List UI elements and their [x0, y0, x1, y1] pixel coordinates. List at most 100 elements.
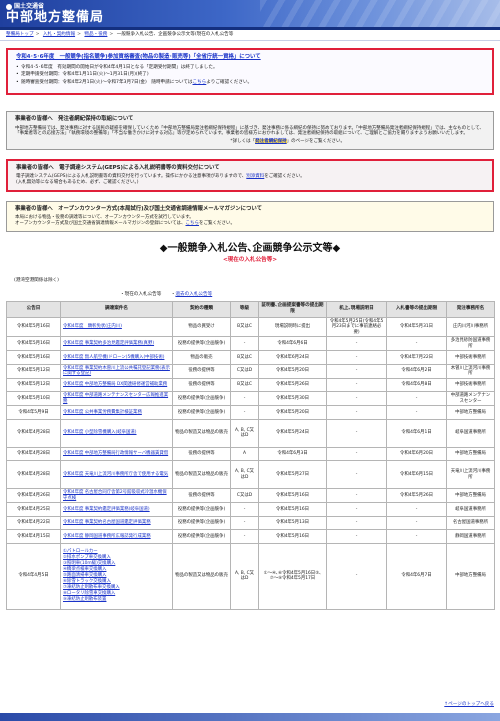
geps-attachment-link[interactable]: 別添資料 — [246, 174, 264, 179]
breadcrumb: 整備局トップ > 入札・契約情報 > 物品・役務 > 一般競争入札公告、企画競争公示文… — [0, 30, 500, 41]
cell-bid-deadline: 令和4年5月31日 — [386, 316, 447, 338]
cell-name: 令和4年度 顕彰免状(庄内川) — [60, 316, 173, 338]
procurement-link[interactable]: 令和4年度 顕彰免状(庄内川) — [63, 324, 170, 330]
cell-bid-deadline: - — [386, 529, 447, 544]
cell-grade: B又はC — [230, 350, 259, 365]
logo-bureau-name: 中部地方整備局 — [6, 9, 105, 25]
qualification-here-link[interactable]: こちら — [192, 80, 206, 85]
breadcrumb-top[interactable]: 整備局トップ — [6, 32, 34, 37]
cell-bid-deadline: 令和4年5月26日 — [386, 488, 447, 504]
breadcrumb-bidding[interactable]: 入札・契約情報 — [43, 32, 75, 37]
cell-grade: A — [230, 446, 259, 462]
cell-bid-deadline: 令和4年6月20日 — [386, 446, 447, 462]
cell-contract-type: 役務の提供等 — [172, 488, 231, 504]
cell-bid-deadline: 令和4年6月7日 — [386, 542, 447, 610]
notice-geps: 事業者の皆様へ 電子調達システム(GEPS)による入札説明書等の資料交付について… — [6, 158, 494, 192]
wage-detail-link[interactable]: 発注者綱紀保持 — [255, 138, 287, 144]
cell-office: 庄内川河川事務所 — [446, 316, 495, 338]
table-row: 令和4年5月12日 令和4年度 中部地方整備局 DX関連研修運営補助業務 役務の提供… — [6, 377, 495, 393]
geps-body-suffix: をご確認ください。 — [264, 174, 305, 180]
cell-grade: C又はD — [230, 363, 259, 379]
cell-contract-type: 役務の提供等(企画競争) — [172, 405, 231, 420]
cell-briefing-date: - — [326, 542, 387, 610]
header-decoration — [260, 0, 500, 27]
procurement-link[interactable]: 令和4年度 中部地方整備局行政情報サーバ機器賃貸借 — [63, 451, 170, 457]
cell-bid-deadline: 令和4年6月8日 — [386, 377, 447, 393]
procurement-link[interactable]: 令和4年度 事業契約名古屋国道鑑定評価業務 — [63, 520, 170, 526]
cell-office: 多治見砂防国道事務所 — [446, 336, 495, 352]
cell-office: 岐阜国道事務所 — [446, 418, 495, 448]
col-type-header: 契約の種類 — [172, 300, 231, 318]
cell-grade: - — [230, 502, 259, 517]
subnav-past-link[interactable]: 過去の入札公告等 — [175, 292, 212, 297]
breadcrumb-sep: > — [109, 32, 114, 37]
notice-wage: 事業者の皆様へ 発注者綱紀保持の取組について 中部地方整備局では、発注事務に対す… — [6, 110, 494, 150]
cell-grade: - — [230, 336, 259, 352]
site-logo[interactable]: 国土交通省 中部地方整備局 — [6, 3, 104, 25]
cell-cert-deadline: 令和4年5月24日 — [258, 418, 327, 448]
cell-name: 令和4年度 事業契約木曽川上流公共嘱託登記業務(表示に関する登記) — [60, 363, 173, 379]
cell-date: 令和4年5月16日 — [6, 336, 61, 352]
procurement-link[interactable]: 令和4年度 事業契約多治見鑑定評価業務(真野) — [63, 341, 170, 347]
cell-office: 岐阜国道事務所 — [446, 502, 495, 517]
open-counter-body2: オープンカウンター方式及び国土交通省調達情報メールマガジンの登録については、こち… — [15, 221, 485, 227]
notice-open-counter: 事業者の皆様へ オープンカウンター方式(本局試行)及び国土交通省調達情報メールマ… — [6, 200, 494, 232]
qualification-item: 令和4･5･6年度 有効期間の開始日が令和4年4月1日となる「定期受付期間」は終… — [16, 65, 484, 71]
open-counter-here-link[interactable]: こちら — [186, 221, 200, 226]
procurement-link[interactable]: 令和4年度 中部地方整備局 DX関連研修運営補助業務 — [63, 382, 170, 388]
cell-grade: - — [230, 391, 259, 407]
cell-grade: A, B, C又はD — [230, 460, 259, 490]
procurement-link[interactable]: 令和4年度 天竜川上流河川事務所庁舎で使用する電気 — [63, 472, 170, 478]
procurement-link[interactable]: 令和4年度 名古屋合同庁舎第2号館吸収式冷温水機保守点検 — [63, 490, 170, 501]
cell-name: 令和4年度 事業契約鑑定評価業務(岐阜国道) — [60, 502, 173, 517]
cell-grade: B又はC — [230, 377, 259, 393]
cell-briefing-date: 令和4年5月25日(令和4年5月23日までに事前連絡必要) — [326, 316, 387, 338]
cell-cert-deadline: 令和4年5月20日 — [258, 405, 327, 420]
page-top-link[interactable]: ↑ページのトップへ戻る — [444, 702, 494, 708]
table-row: 令和4年5月16日 令和4年度 事業契約多治見鑑定評価業務(真野) 役務の提供等(企… — [6, 336, 495, 352]
cell-date: 令和4年5月10日 — [6, 391, 61, 407]
breadcrumb-goods[interactable]: 物品・役務 — [84, 32, 107, 37]
cell-grade: - — [230, 405, 259, 420]
cell-cert-deadline: 令和4年5月30日 — [258, 391, 327, 407]
cell-briefing-date: - — [326, 515, 387, 531]
procurement-link[interactable]: 令和4年度 小型除雪機購入(岐阜国道) — [63, 430, 170, 436]
geps-body-text: 電子調達システム(GEPS)による入札説明書等の資料交付を行っています。操作にか… — [16, 174, 247, 180]
cell-name: 令和4年度 小型除雪機購入(岐阜国道) — [60, 418, 173, 448]
qualification-item-suffix: よりご確認ください。 — [206, 80, 253, 86]
procurement-item-list: ①パトロールカー ②排水ポンプ車交換購入 ③照明車(10m級)交換購入 ④橋梁点検車交… — [63, 549, 170, 603]
cell-briefing-date: - — [326, 350, 387, 365]
col-cert-header: 証明書､企画提案書等の提出期限 — [258, 300, 327, 318]
procurement-link[interactable]: 令和4年度 事業契約木曽川上流公共嘱託登記業務(表示に関する登記) — [63, 366, 170, 377]
wage-body: 中部地方整備局では、発注事務に対する国民の疑惑を確保していくため「中部地方整備局… — [15, 125, 484, 137]
procurement-link[interactable]: 令和4年度 中部道路メンテナンスセンター広報推進業務 — [63, 393, 170, 404]
cell-bid-deadline: 令和4年6月2日 — [386, 363, 447, 379]
qualification-title-link[interactable]: 令和4･5･6年度 一般競争(指名競争)参加資格審査(物品の製造･販売等)「全省… — [16, 54, 261, 60]
header-stripe — [0, 27, 500, 30]
cell-bid-deadline: 令和4年6月15日 — [386, 460, 447, 490]
cell-briefing-date: - — [326, 488, 387, 504]
procurement-link[interactable]: 令和4年度 事業契約鑑定評価業務(岐阜国道) — [63, 507, 170, 513]
procurement-link[interactable]: 令和4年度 公共事業労務費集計検証業務 — [63, 410, 170, 416]
procurement-item-link[interactable]: ⑨凍結防止剤散布装置 — [63, 597, 170, 603]
geps-title: 事業者の皆様へ 電子調達システム(GEPS)による入札説明書等の資料交付について — [16, 164, 220, 171]
cell-contract-type: 役務の提供等(企画競争) — [172, 502, 231, 517]
cell-office: 天竜川上流河川事務所 — [446, 460, 495, 490]
procurement-link[interactable]: 令和4年度 静岡国道事務所広報誌発行成業務 — [63, 534, 170, 540]
cell-name: 令和4年度 中部地方整備局行政情報サーバ機器賃貸借 — [60, 446, 173, 462]
col-desk-header: 机上､現場説明日 — [326, 300, 387, 318]
table-header-row: 公告日 調達案件名 契約の種類 等級 証明書､企画提案書等の提出期限 机上､現場… — [6, 300, 495, 318]
table-row: 令和4年4月15日 令和4年度 静岡国道事務所広報誌発行成業務 役務の提供等(企画競… — [6, 529, 495, 544]
section-heading: ◆一般競争入札公告､企画競争公示文等◆ <現在の入札公告等> — [0, 243, 500, 264]
col-office-header: 発注事務所名 — [446, 300, 495, 318]
procurement-link[interactable]: 令和4年度 無人航空機(ドローン)5機購入(中部技術) — [63, 355, 170, 361]
open-counter-body-text: オープンカウンター方式及び国土交通省調達情報メールマガジンの登録については、 — [15, 220, 186, 226]
breadcrumb-sep: > — [35, 32, 40, 37]
cell-grade: A, B, C又はD — [230, 418, 259, 448]
cell-cert-deadline: 令和4年5月16日 — [258, 488, 327, 504]
cell-name: 令和4年度 静岡国道事務所広報誌発行成業務 — [60, 529, 173, 544]
col-bid-header: 入札書等の提出期限 — [386, 300, 447, 318]
cell-office: 中部地方整備局 — [446, 446, 495, 462]
cell-contract-type: 役務の提供等 — [172, 377, 231, 393]
cell-grade: C又はD — [230, 488, 259, 504]
